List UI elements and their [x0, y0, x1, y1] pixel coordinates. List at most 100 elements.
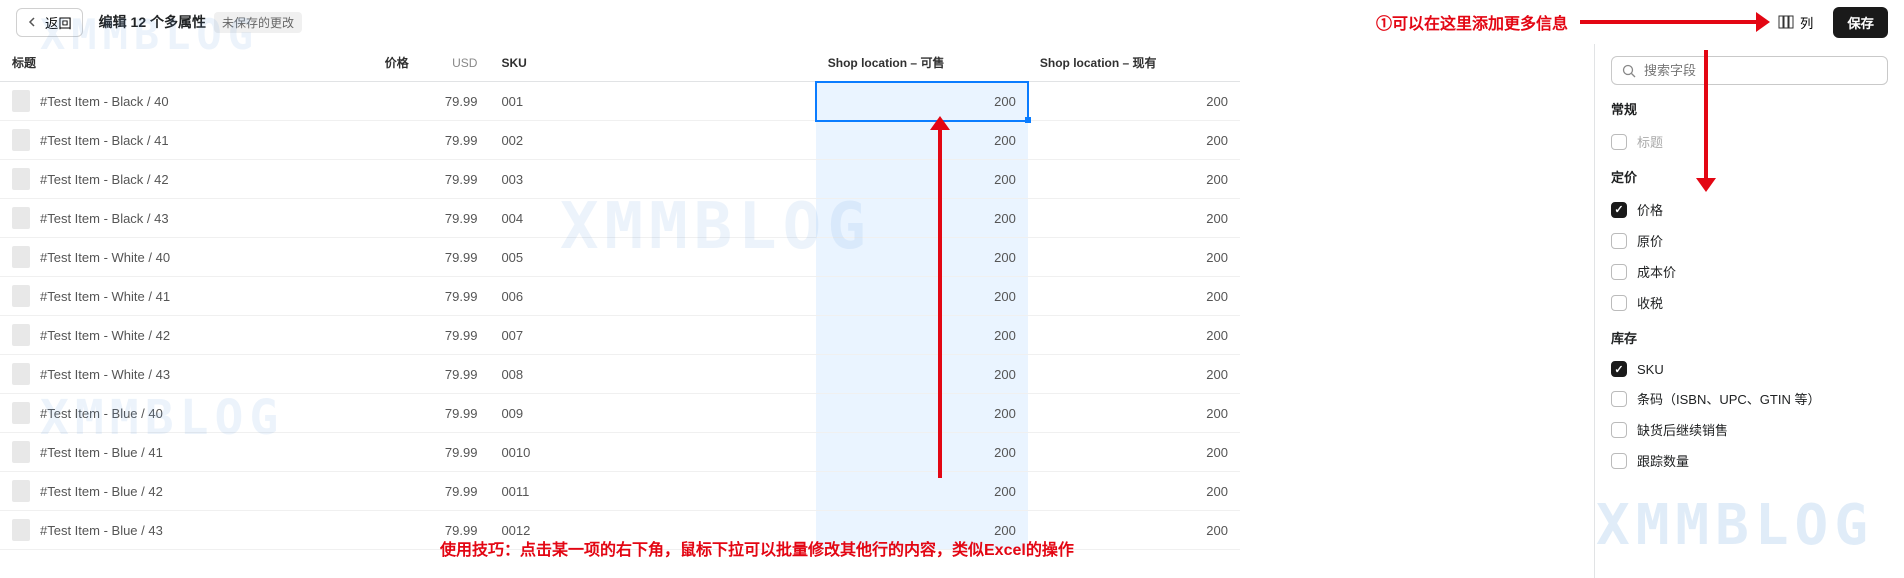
thumbnail: [12, 363, 30, 385]
cell-sku[interactable]: 007: [489, 316, 815, 355]
field-cost[interactable]: 成本价: [1611, 256, 1888, 287]
annotation-top: ①可以在这里添加更多信息: [1376, 10, 1568, 34]
th-price[interactable]: 价格 USD: [359, 44, 490, 82]
cell-available[interactable]: 200: [816, 472, 1028, 511]
table-row: #Test Item - Blue / 4179.990010200200: [0, 433, 1240, 472]
cell-available[interactable]: 200: [816, 82, 1028, 121]
cell-title[interactable]: #Test Item - White / 43: [0, 355, 359, 394]
cell-sku[interactable]: 0010: [489, 433, 815, 472]
search-input[interactable]: [1644, 63, 1877, 78]
annotation-tip: 使用技巧：点击某一项的右下角，鼠标下拉可以批量修改其他行的内容，类似Excel的…: [440, 536, 1074, 560]
field-barcode[interactable]: 条码（ISBN、UPC、GTIN 等）: [1611, 383, 1888, 414]
cell-available[interactable]: 200: [816, 394, 1028, 433]
cell-onhand[interactable]: 200: [1028, 238, 1240, 277]
table-row: #Test Item - Black / 4179.99002200200: [0, 121, 1240, 160]
back-label: 返回: [45, 13, 72, 32]
cell-onhand[interactable]: 200: [1028, 316, 1240, 355]
table-row: #Test Item - Black / 4379.99004200200: [0, 199, 1240, 238]
cell-title[interactable]: #Test Item - Black / 43: [0, 199, 359, 238]
checkbox-icon: [1611, 233, 1627, 249]
cell-onhand[interactable]: 200: [1028, 433, 1240, 472]
cell-onhand[interactable]: 200: [1028, 394, 1240, 433]
cell-price[interactable]: 79.99: [359, 433, 490, 472]
thumbnail: [12, 90, 30, 112]
cell-sku[interactable]: 0011: [489, 472, 815, 511]
cell-title[interactable]: #Test Item - Black / 41: [0, 121, 359, 160]
cell-onhand[interactable]: 200: [1028, 199, 1240, 238]
cell-price[interactable]: 79.99: [359, 277, 490, 316]
cell-title[interactable]: #Test Item - White / 42: [0, 316, 359, 355]
cell-title[interactable]: #Test Item - Blue / 41: [0, 433, 359, 472]
cell-sku[interactable]: 002: [489, 121, 815, 160]
columns-label: 列: [1800, 13, 1813, 32]
cell-sku[interactable]: 001: [489, 82, 815, 121]
cell-sku[interactable]: 003: [489, 160, 815, 199]
field-continue-selling[interactable]: 缺货后继续销售: [1611, 414, 1888, 445]
checkbox-icon: [1611, 134, 1627, 150]
main-area: 标题 价格 USD SKU Shop location – 可售 Shop lo…: [0, 44, 1904, 578]
cell-onhand[interactable]: 200: [1028, 472, 1240, 511]
thumbnail: [12, 519, 30, 541]
field-price[interactable]: 价格: [1611, 194, 1888, 225]
cell-price[interactable]: 79.99: [359, 472, 490, 511]
th-available[interactable]: Shop location – 可售: [816, 44, 1028, 82]
unsaved-badge: 未保存的更改: [214, 12, 302, 33]
topbar: 返回 编辑 12 个多属性 未保存的更改 ①可以在这里添加更多信息 列 保存: [0, 0, 1904, 44]
cell-price[interactable]: 79.99: [359, 394, 490, 433]
cell-title[interactable]: #Test Item - White / 41: [0, 277, 359, 316]
cell-onhand[interactable]: 200: [1028, 277, 1240, 316]
cell-available[interactable]: 200: [816, 160, 1028, 199]
checkbox-icon: [1611, 361, 1627, 377]
thumbnail: [12, 402, 30, 424]
cell-onhand[interactable]: 200: [1028, 82, 1240, 121]
columns-button[interactable]: 列: [1770, 9, 1821, 36]
field-sku[interactable]: SKU: [1611, 355, 1888, 383]
cell-onhand[interactable]: 200: [1028, 160, 1240, 199]
cell-onhand[interactable]: 200: [1028, 121, 1240, 160]
cell-sku[interactable]: 008: [489, 355, 815, 394]
column-picker-panel: 常规 标题 定价 价格 原价 成本价 收税 库存 SKU 条码（IS: [1594, 44, 1904, 578]
cell-available[interactable]: 200: [816, 199, 1028, 238]
cell-available[interactable]: 200: [816, 238, 1028, 277]
cell-price[interactable]: 79.99: [359, 121, 490, 160]
cell-available[interactable]: 200: [816, 277, 1028, 316]
checkbox-icon: [1611, 422, 1627, 438]
th-onhand[interactable]: Shop location – 现有: [1028, 44, 1240, 82]
cell-price[interactable]: 79.99: [359, 238, 490, 277]
cell-sku[interactable]: 009: [489, 394, 815, 433]
cell-available[interactable]: 200: [816, 433, 1028, 472]
cell-price[interactable]: 79.99: [359, 199, 490, 238]
th-title[interactable]: 标题: [0, 44, 359, 82]
cell-price[interactable]: 79.99: [359, 355, 490, 394]
back-button[interactable]: 返回: [16, 8, 83, 37]
save-button[interactable]: 保存: [1833, 7, 1888, 38]
currency-label: USD: [452, 56, 477, 70]
cell-title[interactable]: #Test Item - Black / 42: [0, 160, 359, 199]
checkbox-icon: [1611, 202, 1627, 218]
field-compare-at[interactable]: 原价: [1611, 225, 1888, 256]
thumbnail: [12, 129, 30, 151]
thumbnail: [12, 324, 30, 346]
cell-sku[interactable]: 004: [489, 199, 815, 238]
cell-sku[interactable]: 006: [489, 277, 815, 316]
cell-price[interactable]: 79.99: [359, 316, 490, 355]
search-box[interactable]: [1611, 56, 1888, 85]
cell-title[interactable]: #Test Item - White / 40: [0, 238, 359, 277]
cell-onhand[interactable]: 200: [1028, 355, 1240, 394]
cell-available[interactable]: 200: [816, 316, 1028, 355]
cell-available[interactable]: 200: [816, 355, 1028, 394]
cell-sku[interactable]: 005: [489, 238, 815, 277]
table-row: #Test Item - White / 4379.99008200200: [0, 355, 1240, 394]
thumbnail: [12, 480, 30, 502]
cell-title[interactable]: #Test Item - Blue / 43: [0, 511, 359, 550]
cell-title[interactable]: #Test Item - Blue / 42: [0, 472, 359, 511]
cell-available[interactable]: 200: [816, 121, 1028, 160]
field-track-qty[interactable]: 跟踪数量: [1611, 445, 1888, 476]
field-tax[interactable]: 收税: [1611, 287, 1888, 318]
cell-title[interactable]: #Test Item - Blue / 40: [0, 394, 359, 433]
cell-title[interactable]: #Test Item - Black / 40: [0, 82, 359, 121]
th-sku[interactable]: SKU: [489, 44, 815, 82]
cell-price[interactable]: 79.99: [359, 160, 490, 199]
annotation-arrow-down: [1704, 50, 1708, 180]
cell-price[interactable]: 79.99: [359, 82, 490, 121]
